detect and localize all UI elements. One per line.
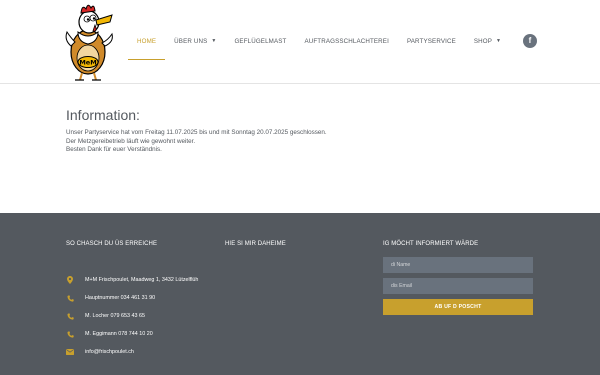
info-title: Information: [66,107,140,123]
nav-item-label: HOME [137,38,157,45]
footer-location-title: HIE SI MIR DAHEIME [225,241,286,247]
main-navigation: HOME ÜBER UNS ▼ GEFLÜGELMAST AUFTRAGSSCHLACH… [128,33,510,61]
nav-item-label: ÜBER UNS [174,38,208,45]
contact-text: info@frischpoulet.ch [85,349,134,355]
contact-text: M. Eggimann 078 744 10 20 [85,331,153,337]
nav-item-label: SHOP [473,38,493,45]
nav-item-label: PARTYSERVICE [406,38,456,45]
phone-icon [66,312,74,320]
chevron-down-icon: ▼ [211,38,217,44]
nav-item-shop[interactable]: SHOP ▼ [465,33,510,61]
nav-item-label: AUFTRAGSSCHLACHTEREI [304,38,389,45]
contact-text: M+M Frischpoulet, Maadweg 1, 3432 Lützel… [85,277,199,283]
header-divider [0,83,600,84]
contact-text: M. Locher 079 653 43 65 [85,313,145,319]
chevron-down-icon: ▼ [496,38,502,44]
info-text: Unser Partyservice hat vom Freitag 11.07… [66,129,486,155]
contact-phone-main[interactable]: Hauptnummer 034 461 31 90 [66,289,246,307]
info-line: Unser Partyservice hat vom Freitag 11.07… [66,129,327,136]
nav-item-home[interactable]: HOME [128,33,166,61]
contact-address: M+M Frischpoulet, Maadweg 1, 3432 Lützel… [66,271,246,289]
footer-newsletter-title: IG MÖCHT INFORMIERT WÄRDE [383,241,479,247]
contact-text: Hauptnummer 034 461 31 90 [85,295,156,301]
phone-icon [66,294,74,302]
info-line: Der Metzgereibetrieb läuft wie gewohnt w… [66,137,196,145]
newsletter-submit-button[interactable]: AB UF D POSCHT [383,299,533,315]
site-footer: SO CHASCH DU ÜS ERREICHE HIE SI MIR DAHE… [0,213,600,375]
site-header: MeM HOME ÜBER UNS ▼ GEFLÜGELMAST AUFTRAGSSCH… [0,0,600,82]
nav-item-über-uns[interactable]: ÜBER UNS ▼ [165,33,225,61]
phone-icon [66,330,74,338]
map-marker-icon [66,276,74,284]
nav-item-partyservice[interactable]: PARTYSERVICE [398,33,465,61]
nav-item-geflügelmast[interactable]: GEFLÜGELMAST [225,33,295,61]
facebook-icon[interactable]: f [523,34,537,48]
info-line: Besten Dank für euer Verständnis. [66,146,162,154]
envelope-icon [66,348,74,356]
name-input[interactable] [383,257,533,273]
nav-item-auftragsschlachterei[interactable]: AUFTRAGSSCHLACHTEREI [295,33,397,61]
footer-contact-title: SO CHASCH DU ÜS ERREICHE [66,241,158,247]
contact-email[interactable]: info@frischpoulet.ch [66,343,246,361]
contact-phone-eggimann[interactable]: M. Eggimann 078 744 10 20 [66,325,246,343]
nav-item-label: GEFLÜGELMAST [234,38,287,45]
logo-text: MeM [79,59,96,67]
contact-list: M+M Frischpoulet, Maadweg 1, 3432 Lützel… [66,271,246,361]
contact-phone-locher[interactable]: M. Locher 079 653 43 65 [66,307,246,325]
chicken-logo-image: MeM [65,4,113,81]
email-input[interactable] [383,278,533,294]
chicken-logo[interactable]: MeM [62,2,120,82]
